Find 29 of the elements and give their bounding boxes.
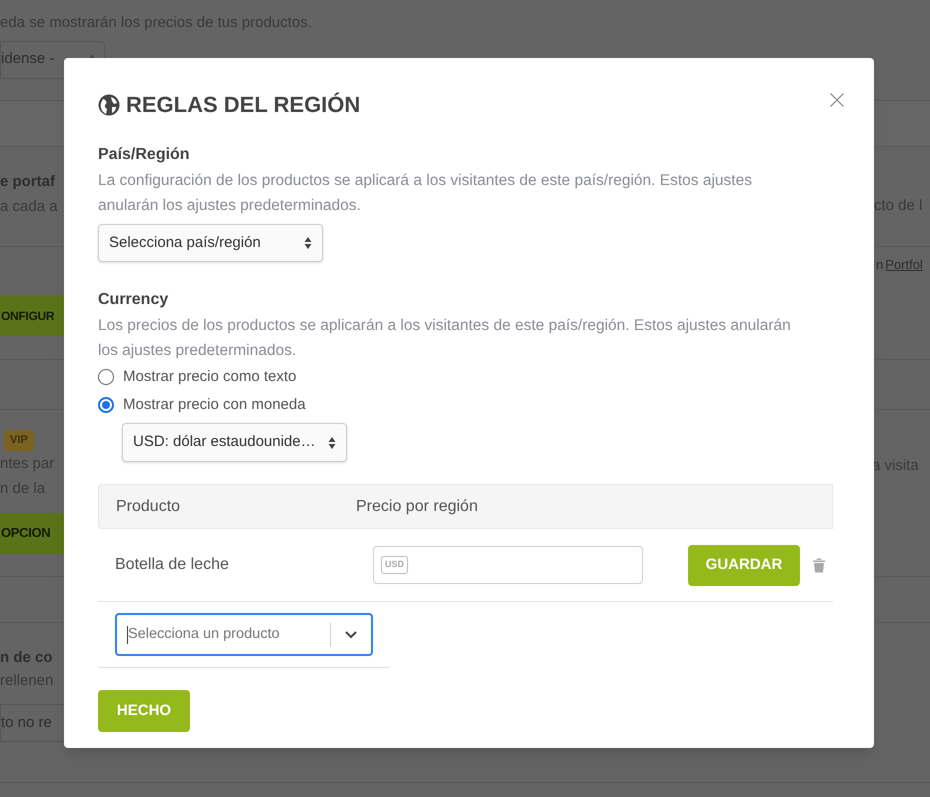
updown-icon — [304, 236, 312, 250]
close-icon — [830, 92, 844, 106]
configure-button[interactable]: ONFIGUR — [0, 295, 64, 336]
price-input[interactable]: USD — [373, 546, 643, 584]
radio-option[interactable]: Mostrar precio como texto — [98, 367, 840, 387]
globe-icon — [98, 94, 120, 116]
currency-tag: USD — [381, 556, 408, 574]
radio-button[interactable] — [98, 397, 114, 413]
trash-icon[interactable] — [812, 557, 826, 573]
vip-badge: VIP — [4, 430, 34, 450]
currency-label: Currency — [98, 290, 170, 310]
region-select[interactable]: Selecciona país/región — [98, 224, 323, 262]
close-button[interactable] — [828, 90, 846, 108]
save-button[interactable]: GUARDAR — [688, 544, 800, 586]
currency-help-text: Los precios de los productos se aplicarán a los visitantes de este país/región. Estos ajustes anularán los ajustes predeterminados. — [98, 316, 792, 361]
currency-select[interactable]: USD: dólar estaudounide… — [122, 423, 347, 462]
product-select[interactable]: Selecciona un producto — [115, 613, 373, 656]
radio-button[interactable] — [98, 369, 114, 385]
options-button[interactable]: OPCION — [0, 512, 64, 554]
updown-icon — [328, 436, 336, 450]
radio-option[interactable]: Mostrar precio con moneda — [98, 395, 840, 415]
done-button[interactable]: HECHO — [98, 690, 190, 732]
column-header: Producto — [115, 496, 182, 516]
region-help-text: La configuración de los productos se aplicará a los visitantes de este país/región. Estos ajustes anularán los ajustes predeterminados. — [98, 171, 753, 216]
chevron-down-icon — [345, 630, 357, 638]
column-header: Precio por región — [356, 496, 478, 516]
product-name: Botella de leche — [114, 555, 230, 575]
region-label: País/Región — [98, 145, 191, 165]
dialog-title: REGLAS DEL REGIÓN — [126, 91, 360, 119]
